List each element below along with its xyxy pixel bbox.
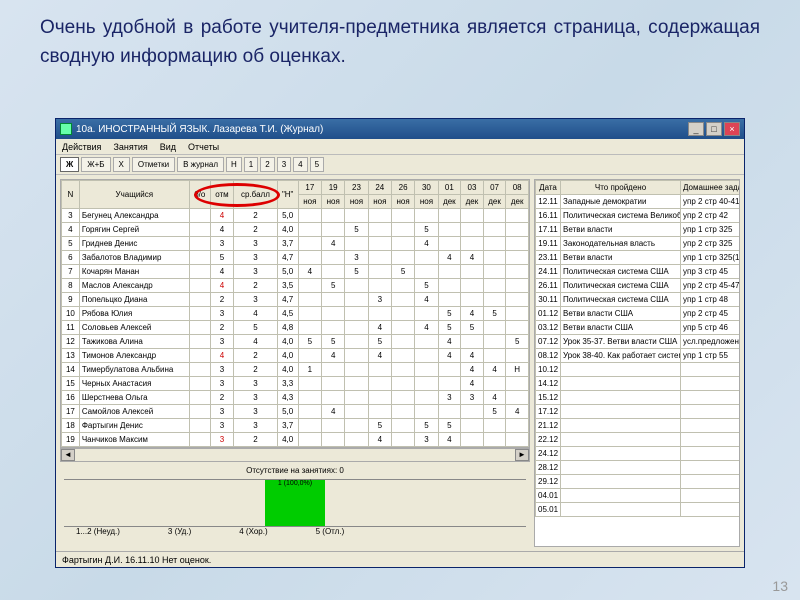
tool-1[interactable]: 1 bbox=[244, 157, 258, 172]
tool-marks[interactable]: Отметки bbox=[132, 157, 175, 172]
table-row[interactable]: 22.12 bbox=[536, 433, 741, 447]
table-row[interactable]: 4Горягин Сергей424,055 bbox=[62, 223, 529, 237]
table-row[interactable]: 13Тимонов Александр424,04444 bbox=[62, 349, 529, 363]
menu-view[interactable]: Вид bbox=[160, 142, 176, 152]
table-row[interactable]: 16.11Политическая система Великобритании… bbox=[536, 209, 741, 223]
maximize-button[interactable]: □ bbox=[706, 122, 722, 136]
table-row[interactable]: 15Черных Анастасия333,34 bbox=[62, 377, 529, 391]
table-row[interactable]: 17Самойлов Алексей335,0454 bbox=[62, 405, 529, 419]
table-row[interactable]: 9Попельцко Диана234,734 bbox=[62, 293, 529, 307]
horizontal-scrollbar[interactable]: ◄ ► bbox=[60, 448, 530, 462]
table-row[interactable]: 07.12Урок 35-37. Ветви власти СШАусл.пре… bbox=[536, 335, 741, 349]
scroll-left-icon[interactable]: ◄ bbox=[61, 449, 75, 461]
table-row[interactable]: 3Бегунец Александра425,0 bbox=[62, 209, 529, 223]
table-row[interactable]: 8Маслов Александр423,555 bbox=[62, 279, 529, 293]
grades-grid[interactable]: NУчащийсяб/оотмср.балл"Н"171923242630010… bbox=[60, 179, 530, 448]
table-row[interactable]: 19.11Законодательная властьупр 2 стр 325 bbox=[536, 237, 741, 251]
lessons-grid[interactable]: ДатаЧто пройденоДомашнее задание12.11Зап… bbox=[534, 179, 740, 547]
tool-zh[interactable]: Ж bbox=[60, 157, 79, 172]
tool-zhb[interactable]: Ж+Б bbox=[81, 157, 110, 172]
table-row[interactable]: 17.11Ветви властиупр 1 стр 325 bbox=[536, 223, 741, 237]
table-row[interactable]: 12.11Западные демократииупр 2 стр 40-41 bbox=[536, 195, 741, 209]
table-row[interactable]: 03.12Ветви власти СШАупр 5 стр 46 bbox=[536, 321, 741, 335]
table-row[interactable]: 01.12Ветви власти СШАупр 2 стр 45 bbox=[536, 307, 741, 321]
table-row[interactable]: 05.01 bbox=[536, 503, 741, 517]
table-row[interactable]: 24.11Политическая система СШАупр 3 стр 4… bbox=[536, 265, 741, 279]
table-row[interactable]: 6Забалотов Владимир534,7344 bbox=[62, 251, 529, 265]
table-row[interactable]: 10.12 bbox=[536, 363, 741, 377]
minimize-button[interactable]: _ bbox=[688, 122, 704, 136]
table-row[interactable]: 17.12 bbox=[536, 405, 741, 419]
table-row[interactable]: 19Чанчиков Максим324,0434 bbox=[62, 433, 529, 447]
close-button[interactable]: × bbox=[724, 122, 740, 136]
chart-cat-1: 3 (Уд.) bbox=[168, 527, 191, 536]
statusbar: Фартыгин Д.И. 16.11.10 Нет оценок. bbox=[56, 551, 744, 567]
titlebar[interactable]: 10а. ИНОСТРАННЫЙ ЯЗЫК. Лазарева Т.И. (Жу… bbox=[56, 119, 744, 139]
tool-2[interactable]: 2 bbox=[260, 157, 274, 172]
menu-reports[interactable]: Отчеты bbox=[188, 142, 219, 152]
table-row[interactable]: 26.11Политическая система СШАупр 2 стр 4… bbox=[536, 279, 741, 293]
table-row[interactable]: 29.12 bbox=[536, 475, 741, 489]
table-row[interactable]: 11Соловьев Алексей254,84455 bbox=[62, 321, 529, 335]
menu-actions[interactable]: Действия bbox=[62, 142, 101, 152]
grade-chart: 1 (100,0%) bbox=[64, 479, 526, 527]
table-row[interactable]: 14.12 bbox=[536, 377, 741, 391]
tool-x[interactable]: Х bbox=[113, 157, 130, 172]
slide-number: 13 bbox=[772, 578, 788, 594]
app-window: 10а. ИНОСТРАННЫЙ ЯЗЫК. Лазарева Т.И. (Жу… bbox=[55, 118, 745, 568]
chart-bar: 1 (100,0%) bbox=[265, 480, 325, 526]
table-row[interactable]: 28.12 bbox=[536, 461, 741, 475]
menu-lessons[interactable]: Занятия bbox=[113, 142, 147, 152]
chart-cat-2: 4 (Хор.) bbox=[239, 527, 267, 536]
menubar: Действия Занятия Вид Отчеты bbox=[56, 139, 744, 155]
scroll-right-icon[interactable]: ► bbox=[515, 449, 529, 461]
table-row[interactable]: 7Кочарян Манан435,0455 bbox=[62, 265, 529, 279]
chart-cat-3: 5 (Отл.) bbox=[316, 527, 345, 536]
tool-tojournal[interactable]: В журнал bbox=[177, 157, 224, 172]
tool-3[interactable]: 3 bbox=[277, 157, 291, 172]
table-row[interactable]: 12Тажикова Алина344,055545 bbox=[62, 335, 529, 349]
table-row[interactable]: 15.12 bbox=[536, 391, 741, 405]
table-row[interactable]: 30.11Политическая система СШАупр 1 стр 4… bbox=[536, 293, 741, 307]
tool-5[interactable]: 5 bbox=[310, 157, 324, 172]
tool-n[interactable]: Н bbox=[226, 157, 242, 172]
table-row[interactable]: 08.12Урок 38-40. Как работает система сд… bbox=[536, 349, 741, 363]
table-row[interactable]: 10Рябова Юлия344,5545 bbox=[62, 307, 529, 321]
slide-caption: Очень удобной в работе учителя-предметни… bbox=[0, 0, 800, 77]
table-row[interactable]: 14Тимербулатова Альбина324,0144Н bbox=[62, 363, 529, 377]
absence-label: Отсутствие на занятиях: 0 bbox=[64, 466, 526, 475]
table-row[interactable]: 24.12 bbox=[536, 447, 741, 461]
table-row[interactable]: 18Фартыгин Денис333,7555 bbox=[62, 419, 529, 433]
table-row[interactable]: 5Гриднев Денис333,744 bbox=[62, 237, 529, 251]
table-row[interactable]: 23.11Ветви властиупр 1 стр 325(1) bbox=[536, 251, 741, 265]
app-icon bbox=[60, 123, 72, 135]
chart-cat-0: 1...2 (Неуд.) bbox=[76, 527, 120, 536]
table-row[interactable]: 16Шерстнева Ольга234,3334 bbox=[62, 391, 529, 405]
toolbar: Ж Ж+Б Х Отметки В журнал Н 1 2 3 4 5 bbox=[56, 155, 744, 175]
table-row[interactable]: 04.01 bbox=[536, 489, 741, 503]
window-title: 10а. ИНОСТРАННЫЙ ЯЗЫК. Лазарева Т.И. (Жу… bbox=[76, 124, 688, 135]
tool-4[interactable]: 4 bbox=[293, 157, 307, 172]
table-row[interactable]: 21.12 bbox=[536, 419, 741, 433]
